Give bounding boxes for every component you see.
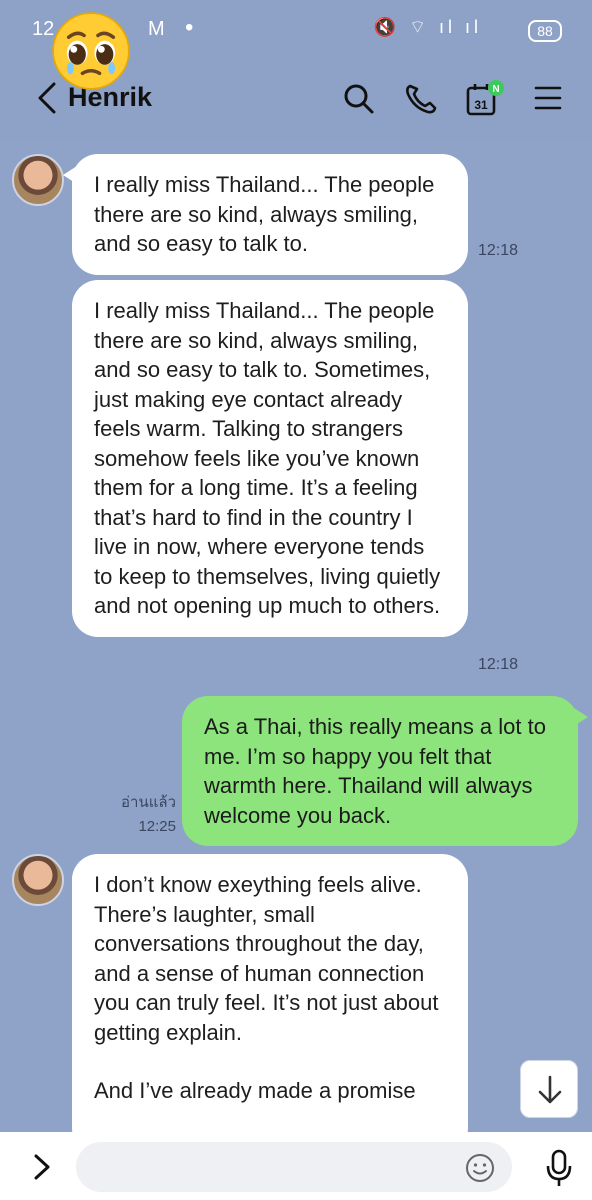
gmail-icon: M bbox=[148, 18, 165, 40]
arrow-down-icon bbox=[538, 1075, 562, 1104]
microphone-icon[interactable] bbox=[545, 1148, 573, 1188]
message-input[interactable] bbox=[76, 1142, 512, 1192]
message-text: I really miss Thailand... The people the… bbox=[94, 172, 435, 256]
incoming-message-bubble[interactable]: I really miss Thailand... The people the… bbox=[63, 154, 468, 275]
signal-icons: 🔇 ⌔ ıl ıl bbox=[373, 17, 482, 37]
message-text: As a Thai, this really means a lot to me… bbox=[204, 714, 546, 828]
message-composer bbox=[0, 1132, 592, 1200]
calendar-icon[interactable]: 31 N bbox=[464, 78, 506, 118]
search-icon[interactable] bbox=[340, 78, 376, 118]
avatar[interactable] bbox=[12, 154, 64, 206]
incoming-message-bubble[interactable]: I don’t know exeything feels alive. Ther… bbox=[72, 854, 468, 1154]
read-receipt: อ่านแล้ว 12:25 bbox=[96, 790, 176, 835]
phone-icon[interactable] bbox=[402, 78, 438, 118]
calendar-day: 31 bbox=[474, 98, 488, 112]
battery-indicator: 88 bbox=[528, 20, 562, 42]
incoming-message-bubble[interactable]: I really miss Thailand... The people the… bbox=[72, 280, 468, 637]
message-time: 12:25 bbox=[138, 818, 176, 835]
message-text-continued: And I’ve already made a promise bbox=[94, 1078, 416, 1103]
outgoing-message-bubble[interactable]: As a Thai, this really means a lot to me… bbox=[182, 696, 588, 846]
message-text: I don’t know exeything feels alive. Ther… bbox=[94, 872, 439, 1045]
pleading-face-emoji-icon bbox=[52, 12, 130, 90]
notification-dot: • bbox=[185, 14, 194, 41]
message-time: 12:18 bbox=[478, 656, 519, 673]
menu-icon[interactable] bbox=[530, 78, 566, 118]
smile-icon[interactable] bbox=[464, 1152, 496, 1184]
read-label: อ่านแล้ว bbox=[121, 794, 176, 811]
chevron-right-icon[interactable] bbox=[28, 1152, 54, 1182]
message-time: 12:18 bbox=[478, 242, 519, 259]
scroll-to-bottom-button[interactable] bbox=[520, 1060, 578, 1118]
chat-area[interactable]: I really miss Thailand... The people the… bbox=[0, 142, 592, 1154]
calendar-badge: N bbox=[492, 84, 499, 95]
avatar[interactable] bbox=[12, 854, 64, 906]
message-text: I really miss Thailand... The people the… bbox=[94, 298, 441, 618]
